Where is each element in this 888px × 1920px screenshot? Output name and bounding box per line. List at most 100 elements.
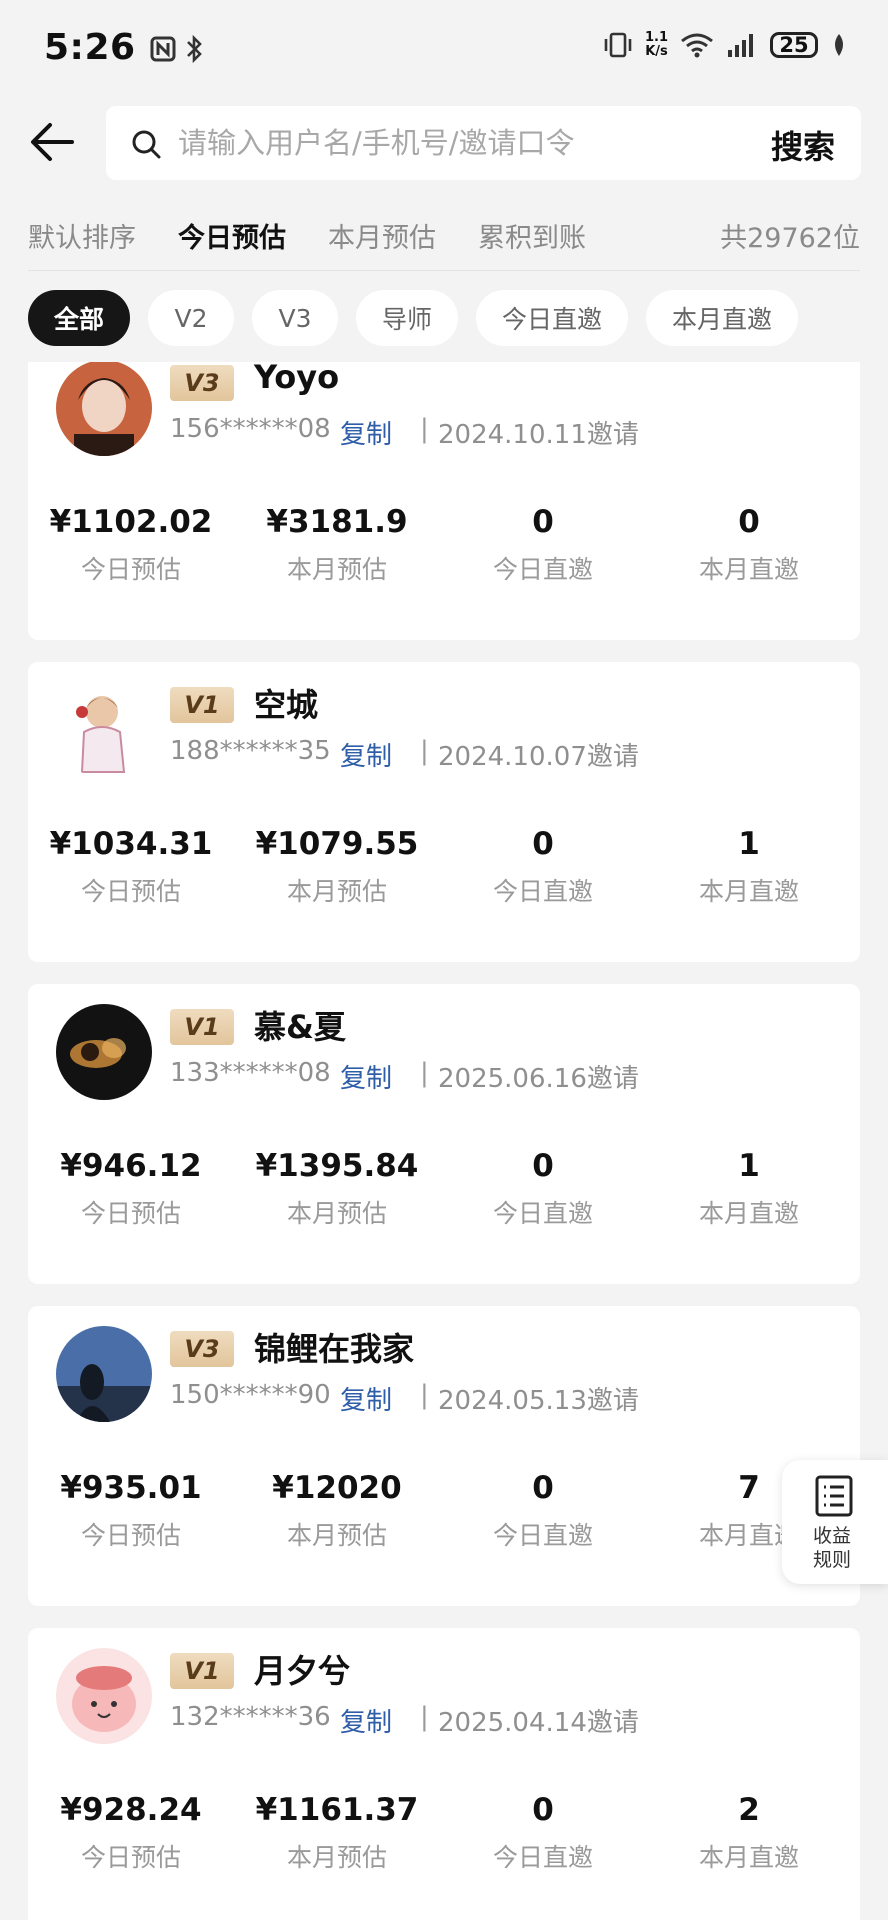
stat-value: ¥12020 <box>272 1470 402 1506</box>
invite-date: 2024.05.13邀请 <box>438 1386 639 1416</box>
copy-button[interactable]: 复制 <box>340 1702 392 1739</box>
stat-label: 本月预估 <box>286 1521 387 1550</box>
search-input[interactable] <box>178 120 698 166</box>
filter-chip-month-direct[interactable]: 本月直邀 <box>646 290 798 346</box>
stat-month-invites: 2 本月直邀 <box>646 1792 852 1874</box>
user-card[interactable]: V1 慕&夏 133******08 复制 | 2025.06.16邀请 ¥94… <box>28 984 860 1284</box>
avatar <box>56 1004 152 1100</box>
level-badge: V1 <box>170 687 234 723</box>
user-list: V3 Yoyo 156******08 复制 | 2024.10.11邀请 ¥1… <box>28 362 860 1920</box>
copy-button[interactable]: 复制 <box>340 736 392 773</box>
user-name: 月夕兮 <box>254 1652 351 1690</box>
leaf-icon <box>835 34 843 56</box>
stat-value: ¥1079.55 <box>255 826 419 862</box>
stat-value: 1 <box>738 1148 760 1184</box>
level-badge: V3 <box>170 365 234 401</box>
stat-today-invites: 0 今日直邀 <box>440 1792 646 1874</box>
invite-date: 2025.06.16邀请 <box>438 1064 639 1094</box>
copy-button[interactable]: 复制 <box>340 1058 392 1095</box>
user-card[interactable]: V3 Yoyo 156******08 复制 | 2024.10.11邀请 ¥1… <box>28 362 860 640</box>
network-speed: 1.1 K/s <box>645 31 668 59</box>
filter-chip-today-direct[interactable]: 今日直邀 <box>476 290 628 346</box>
level-badge: V1 <box>170 1009 234 1045</box>
filter-chip-v2[interactable]: V2 <box>148 290 234 346</box>
copy-button[interactable]: 复制 <box>340 1380 392 1417</box>
invite-date: 2025.04.14邀请 <box>438 1708 639 1738</box>
avatar-image <box>56 1004 152 1100</box>
stat-label: 本月直邀 <box>698 877 799 906</box>
avatar-image <box>56 1326 152 1422</box>
sort-tab-accumulated[interactable]: 累积到账 <box>478 216 586 255</box>
total-count: 共29762位 <box>720 223 860 254</box>
avatar-image <box>56 362 152 456</box>
separator: | <box>420 736 429 766</box>
avatar <box>56 362 152 456</box>
user-name: 慕&夏 <box>254 1008 346 1046</box>
copy-button[interactable]: 复制 <box>340 414 392 451</box>
user-name: 空城 <box>254 686 319 724</box>
stat-label: 本月直邀 <box>698 555 799 584</box>
user-card[interactable]: V1 空城 188******35 复制 | 2024.10.07邀请 ¥103… <box>28 662 860 962</box>
stat-label: 本月预估 <box>286 1843 387 1872</box>
separator: | <box>420 1702 429 1732</box>
status-time: 5:26 <box>44 27 136 68</box>
separator: | <box>420 414 429 444</box>
level-badge: V3 <box>170 1331 234 1367</box>
search-button[interactable]: 搜索 <box>771 122 835 168</box>
stat-month-estimate: ¥1395.84 本月预估 <box>234 1148 440 1230</box>
net-speed-value: 1.1 <box>644 30 668 45</box>
stat-value: 0 <box>532 1148 554 1184</box>
signal-icon <box>728 34 753 57</box>
stat-value: 0 <box>532 504 554 540</box>
filter-chip-all[interactable]: 全部 <box>28 290 130 346</box>
search-box: 搜索 <box>106 106 861 180</box>
bluetooth-icon <box>187 34 202 64</box>
stat-label: 今日预估 <box>80 1521 181 1550</box>
avatar-image <box>56 682 152 778</box>
filter-chip-mentor[interactable]: 导师 <box>356 290 458 346</box>
stat-label: 今日直邀 <box>492 555 593 584</box>
stat-value: 0 <box>532 826 554 862</box>
battery-indicator: 25 <box>770 32 818 58</box>
avatar <box>56 682 152 778</box>
sort-tab-default[interactable]: 默认排序 <box>28 216 136 255</box>
user-card[interactable]: V3 锦鲤在我家 150******90 复制 | 2024.05.13邀请 ¥… <box>28 1306 860 1606</box>
filter-chip-v3[interactable]: V3 <box>252 290 338 346</box>
stat-value: 0 <box>532 1470 554 1506</box>
stat-label: 本月预估 <box>286 1199 387 1228</box>
stat-month-invites: 1 本月直邀 <box>646 826 852 908</box>
invite-date: 2024.10.07邀请 <box>438 742 639 772</box>
back-arrow-icon <box>31 123 74 161</box>
stat-today-estimate: ¥1034.31 今日预估 <box>28 826 234 908</box>
back-button[interactable] <box>28 118 76 166</box>
stat-value: ¥935.01 <box>60 1470 202 1506</box>
nfc-icon <box>150 36 176 62</box>
stat-label: 今日预估 <box>80 555 181 584</box>
user-name: 锦鲤在我家 <box>254 1330 415 1368</box>
net-speed-unit: K/s <box>645 44 668 59</box>
sort-tab-today-estimate[interactable]: 今日预估 <box>178 216 286 255</box>
stat-label: 今日预估 <box>80 1199 181 1228</box>
user-name: Yoyo <box>254 362 340 396</box>
stat-value: ¥3181.9 <box>266 504 408 540</box>
stat-today-estimate: ¥1102.02 今日预估 <box>28 504 234 586</box>
stat-today-invites: 0 今日直邀 <box>440 826 646 908</box>
stat-label: 今日直邀 <box>492 1521 593 1550</box>
stat-label: 今日直邀 <box>492 877 593 906</box>
stat-month-invites: 0 本月直邀 <box>646 504 852 586</box>
status-bar: 5:26 1.1 K/s 25 <box>0 0 888 100</box>
page: 5:26 1.1 K/s 25 请输入用户名/手机号/邀请口令 搜索 默认排序 … <box>0 0 888 1920</box>
stat-value: ¥1395.84 <box>255 1148 419 1184</box>
user-card[interactable]: V1 月夕兮 132******36 复制 | 2025.04.14邀请 ¥92… <box>28 1628 860 1920</box>
stat-month-estimate: ¥1079.55 本月预估 <box>234 826 440 908</box>
invite-date: 2024.10.11邀请 <box>438 420 639 450</box>
stat-label: 本月直邀 <box>698 1843 799 1872</box>
stat-label: 今日预估 <box>80 1843 181 1872</box>
stat-value: 1 <box>738 826 760 862</box>
rules-label-line2: 规则 <box>812 1549 851 1571</box>
stat-label: 本月预估 <box>286 877 387 906</box>
sort-tabs: 默认排序 今日预估 本月预估 累积到账 共29762位 <box>0 210 888 266</box>
earnings-rules-button[interactable]: 收益 规则 <box>782 1460 888 1584</box>
stat-month-estimate: ¥12020 本月预估 <box>234 1470 440 1552</box>
sort-tab-month-estimate[interactable]: 本月预估 <box>328 216 436 255</box>
